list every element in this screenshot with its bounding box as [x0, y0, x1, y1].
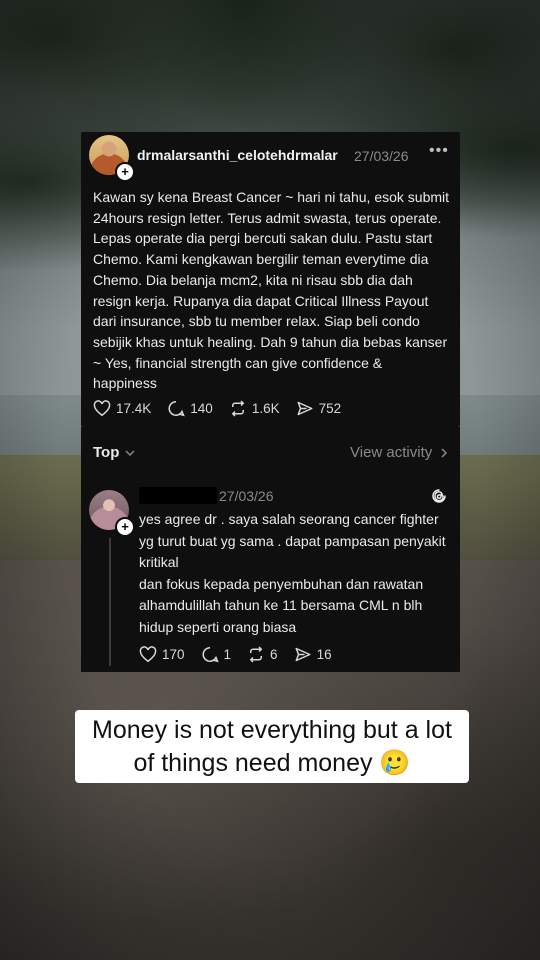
repost-icon — [231, 400, 245, 417]
comment-button[interactable]: 1 — [201, 646, 232, 663]
share-button[interactable]: 752 — [296, 400, 342, 417]
follow-plus-icon[interactable]: + — [115, 162, 135, 182]
post-username[interactable]: drmalarsanthi_celotehdrmalar — [137, 147, 338, 163]
repost-button[interactable]: 6 — [247, 646, 278, 663]
comment-bubble-icon — [168, 400, 186, 417]
comment-bubble-icon — [201, 646, 219, 663]
caption-text: Money is not everything but a lot of thi… — [92, 715, 452, 777]
follow-plus-icon[interactable]: + — [115, 517, 135, 537]
comment-count: 140 — [190, 401, 213, 416]
send-icon — [297, 401, 313, 416]
redacted-username — [139, 487, 217, 504]
repost-button[interactable]: 1.6K — [229, 400, 280, 417]
heart-icon — [93, 400, 111, 417]
thread-connector-line — [109, 538, 111, 666]
threads-logo-icon[interactable] — [430, 487, 448, 505]
share-count: 16 — [316, 647, 332, 662]
post-actions: 17.4K 140 1.6K 752 — [93, 400, 357, 417]
sort-dropdown[interactable]: Top — [93, 444, 136, 461]
sort-label: Top — [93, 444, 120, 461]
more-options-icon[interactable]: ••• — [429, 142, 449, 160]
comment-button[interactable]: 140 — [167, 400, 213, 417]
like-count: 17.4K — [116, 401, 152, 416]
like-count: 170 — [162, 647, 185, 662]
caption-box: Money is not everything but a lot of thi… — [75, 710, 469, 783]
send-icon — [295, 647, 311, 662]
view-activity-label: View activity — [350, 444, 433, 461]
repost-icon — [249, 646, 263, 663]
heart-icon — [139, 646, 157, 663]
comment-count: 1 — [223, 647, 232, 662]
post-body: Kawan sy kena Breast Cancer ~ hari ni ta… — [93, 189, 450, 392]
view-activity-link[interactable]: View activity — [350, 444, 449, 461]
share-count: 752 — [318, 401, 342, 416]
repost-count: 6 — [270, 647, 278, 662]
repost-count: 1.6K — [251, 401, 280, 416]
chevron-right-icon — [441, 447, 448, 458]
reply-body: yes agree dr . saya salah seorang cancer… — [139, 511, 446, 635]
reply-actions: 170 1 6 16 — [139, 646, 348, 663]
share-button[interactable]: 16 — [294, 646, 332, 663]
like-button[interactable]: 170 — [139, 646, 185, 663]
reply-date: 27/03/26 — [219, 488, 274, 504]
post-date: 27/03/26 — [354, 148, 409, 164]
like-button[interactable]: 17.4K — [93, 400, 151, 417]
chevron-down-icon — [125, 449, 135, 456]
